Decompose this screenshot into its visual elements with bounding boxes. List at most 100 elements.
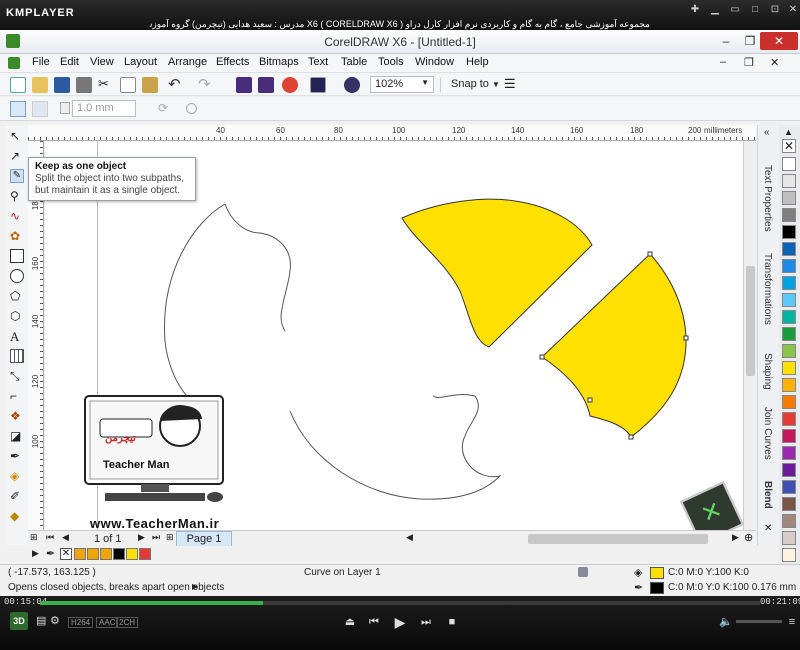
interactive-fill-tool-icon[interactable]: ◆: [10, 509, 24, 523]
palette-scroll-up-icon[interactable]: ▲: [784, 127, 793, 137]
pin-icon[interactable]: ✚: [688, 4, 702, 16]
cut-icon[interactable]: ✂: [98, 76, 109, 92]
palette-swatch[interactable]: [782, 480, 796, 494]
stop-icon[interactable]: ■: [444, 615, 460, 629]
eyedropper-tool-icon[interactable]: ✒: [10, 449, 24, 463]
new-icon[interactable]: [10, 77, 26, 93]
color-proof-icon[interactable]: [578, 567, 588, 577]
outline-curve-left[interactable]: [164, 203, 226, 405]
connector-tool-icon[interactable]: ⌐: [10, 389, 24, 403]
palette-swatch[interactable]: [782, 310, 796, 324]
minimize-button[interactable]: ‒: [714, 32, 738, 50]
docker-collapse-icon[interactable]: «: [764, 127, 770, 138]
seek-bar[interactable]: [40, 601, 760, 605]
outline-curve-bottom[interactable]: [289, 394, 502, 500]
outline-curve-top[interactable]: [224, 203, 291, 332]
menu-view[interactable]: View: [90, 56, 114, 68]
copy-icon[interactable]: [120, 77, 136, 93]
volume-icon[interactable]: 🔈: [718, 615, 734, 629]
docker-close-icon[interactable]: ✕: [764, 523, 772, 534]
doc-close-icon[interactable]: ✕: [770, 56, 779, 69]
menu-effects[interactable]: Effects: [216, 56, 249, 68]
menu-text[interactable]: Text: [308, 56, 328, 68]
add-page-icon[interactable]: ⊞: [30, 532, 38, 543]
smart-fill-tool-icon[interactable]: ✿: [10, 229, 24, 243]
docker-tab-text-properties[interactable]: Text Properties: [762, 165, 773, 232]
menu-file[interactable]: File: [32, 56, 50, 68]
palette-swatch[interactable]: [782, 225, 796, 239]
node-handle[interactable]: [539, 354, 545, 360]
next-page-icon[interactable]: ▶: [138, 532, 145, 543]
menu-tools[interactable]: Tools: [378, 56, 404, 68]
auto-close-icon[interactable]: ⟳: [158, 101, 168, 115]
doc-minimize-icon[interactable]: ‒: [720, 56, 726, 68]
palette-swatch[interactable]: [782, 191, 796, 205]
dimension-tool-icon[interactable]: ⤡: [10, 369, 24, 383]
zoom-level-select[interactable]: 102% ▼: [370, 76, 434, 93]
player-close-icon[interactable]: ✕: [786, 4, 800, 16]
horizontal-scroll-thumb[interactable]: [528, 534, 708, 544]
prev-page-icon[interactable]: ◀: [62, 532, 69, 543]
docker-tab-shaping[interactable]: Shaping: [762, 353, 773, 390]
close-button[interactable]: ✕: [760, 32, 798, 50]
player-minimize-icon[interactable]: ▁: [708, 4, 722, 16]
split-into-two-objects-icon[interactable]: [32, 101, 48, 117]
zoom-tool-icon[interactable]: ⚲: [10, 189, 24, 203]
basic-shapes-tool-icon[interactable]: ⬡: [10, 309, 24, 323]
palette-swatch[interactable]: [782, 463, 796, 477]
keep-as-one-object-icon[interactable]: [10, 101, 26, 117]
palette-swatch[interactable]: [782, 174, 796, 188]
docpal-menu-icon[interactable]: ▶: [32, 548, 39, 559]
menu-help[interactable]: Help: [466, 56, 489, 68]
palette-swatch[interactable]: [782, 242, 796, 256]
vertical-scroll-thumb[interactable]: [746, 266, 755, 376]
menu-window[interactable]: Window: [415, 56, 454, 68]
import-icon[interactable]: [236, 77, 252, 93]
eyedropper-icon[interactable]: ✒: [46, 547, 55, 560]
text-tool-icon[interactable]: A: [10, 329, 24, 344]
restore-button[interactable]: ❐: [738, 32, 762, 50]
node-handle[interactable]: [647, 251, 653, 257]
fill-color-swatch[interactable]: [650, 567, 664, 579]
palette-swatch[interactable]: [782, 327, 796, 341]
table-tool-icon[interactable]: [10, 349, 24, 363]
polygon-tool-icon[interactable]: ⬠: [10, 289, 24, 303]
print-icon[interactable]: [76, 77, 92, 93]
palette-swatch[interactable]: [782, 395, 796, 409]
circle-option-icon[interactable]: [186, 103, 197, 114]
menu-table[interactable]: Table: [341, 56, 367, 68]
doc-restore-icon[interactable]: ❐: [744, 56, 754, 69]
palette-swatch[interactable]: [782, 293, 796, 307]
document-palette-swatch[interactable]: [87, 548, 99, 560]
palette-swatch[interactable]: [782, 259, 796, 273]
hint-expand-icon[interactable]: ▶: [192, 582, 198, 591]
publish-pdf-icon[interactable]: [282, 77, 298, 93]
vertical-scrollbar[interactable]: [743, 141, 756, 531]
docker-tab-join-curves[interactable]: Join Curves: [762, 407, 773, 460]
outline-color-swatch[interactable]: [650, 582, 664, 594]
welcome-screen-icon[interactable]: [344, 77, 360, 93]
palette-swatch[interactable]: [782, 378, 796, 392]
last-page-icon[interactable]: ⏭: [152, 532, 160, 543]
node-handle[interactable]: [587, 397, 593, 403]
player-maximize-icon[interactable]: □: [748, 4, 762, 16]
no-color-swatch[interactable]: ✕: [60, 548, 72, 560]
palette-swatch[interactable]: [782, 208, 796, 222]
node-handle[interactable]: [628, 434, 634, 440]
play-icon[interactable]: ▶: [392, 615, 408, 629]
redo-icon[interactable]: ↷: [198, 75, 211, 93]
menu-edit[interactable]: Edit: [60, 56, 79, 68]
palette-swatch[interactable]: [782, 497, 796, 511]
playlist-icon[interactable]: ▤: [36, 614, 46, 627]
freehand-tool-icon[interactable]: ∿: [10, 209, 24, 223]
palette-swatch[interactable]: [782, 276, 796, 290]
paste-icon[interactable]: [142, 77, 158, 93]
shape-tool-icon[interactable]: ↗: [10, 149, 24, 163]
docker-tab-transformations[interactable]: Transformations: [762, 253, 773, 325]
3d-mode-button[interactable]: 3D: [10, 612, 28, 630]
width-field[interactable]: 1.0 mm: [72, 100, 136, 117]
palette-swatch[interactable]: [782, 548, 796, 562]
palette-swatch[interactable]: [782, 157, 796, 171]
next-icon[interactable]: ⏭: [418, 615, 434, 629]
knife-tool-icon[interactable]: ✎: [10, 169, 24, 183]
